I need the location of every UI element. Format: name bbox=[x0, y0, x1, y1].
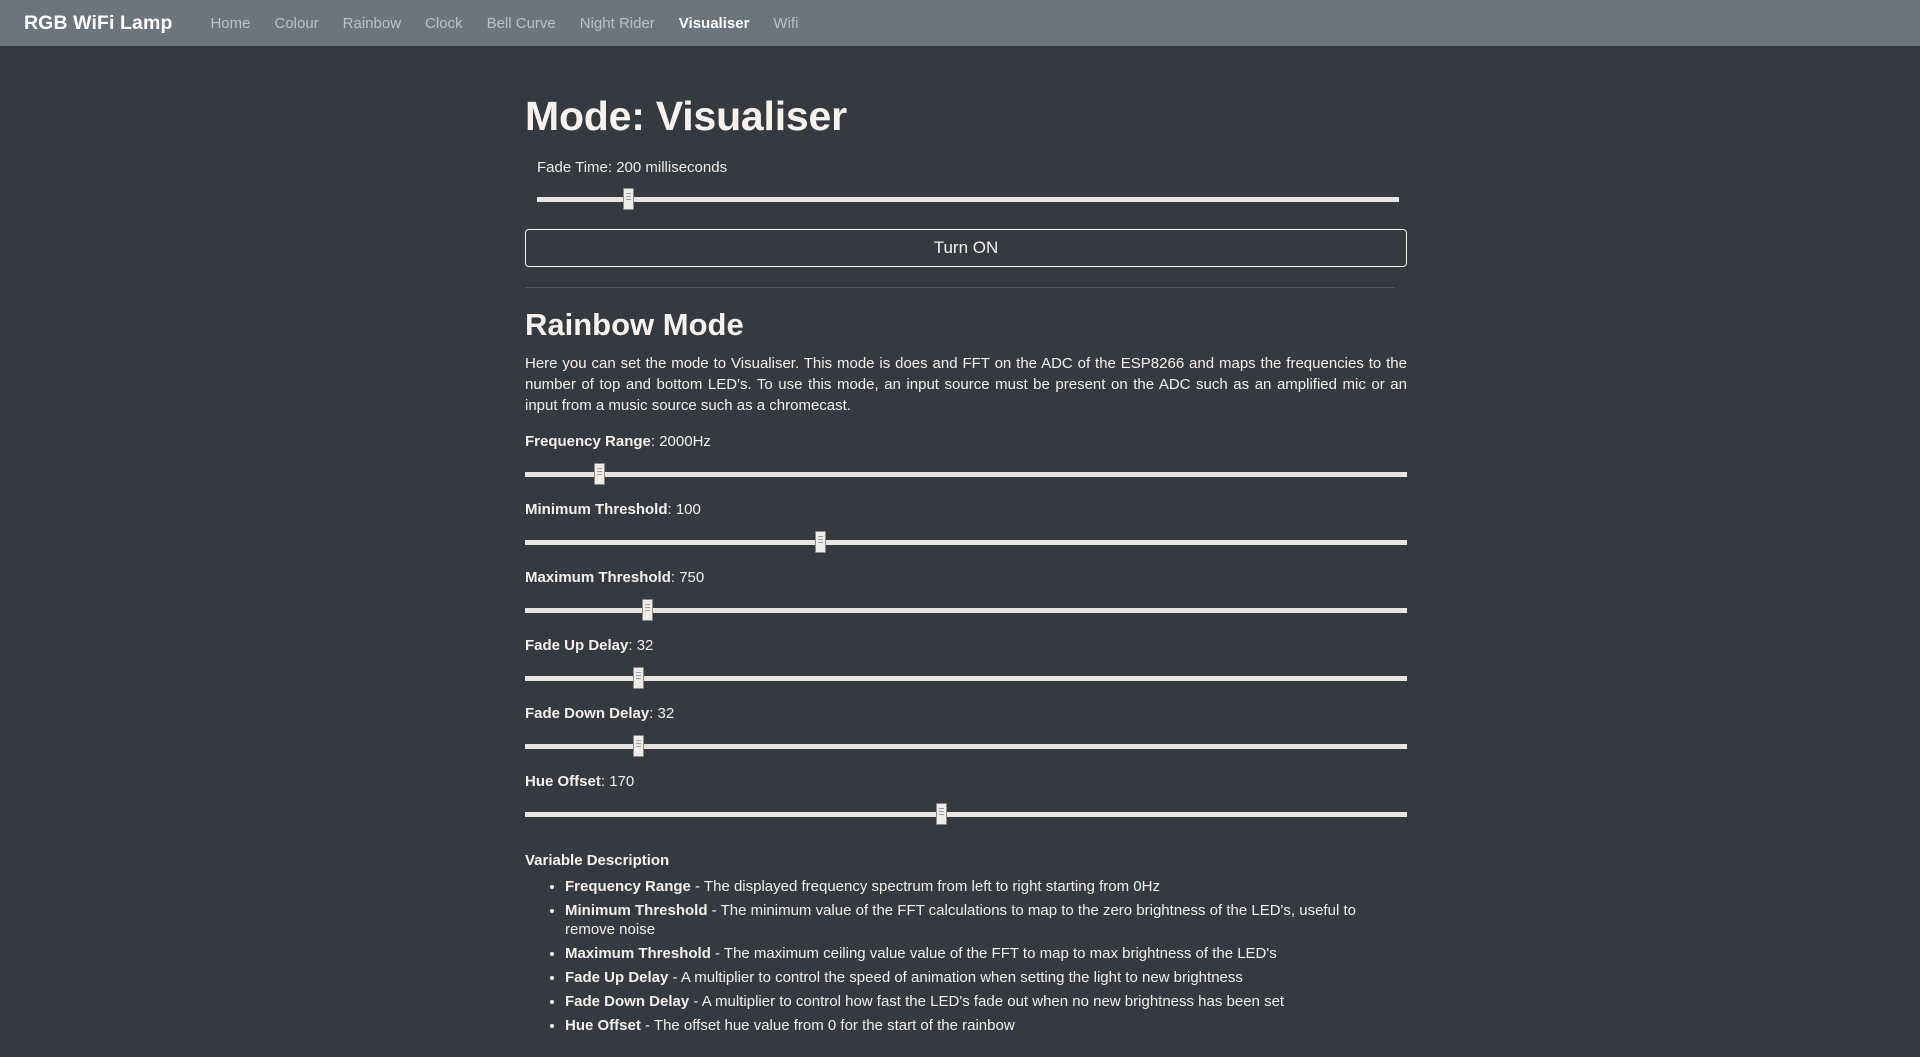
minimum-threshold-value: 100 bbox=[675, 500, 701, 518]
nav-item-clock[interactable]: Clock bbox=[413, 11, 475, 36]
variable-description-item: Frequency Range - The displayed frequenc… bbox=[565, 877, 1395, 897]
slider-block-frequency-range: Frequency Range: 2000Hz bbox=[525, 432, 1407, 485]
variable-description-title: Variable Description bbox=[525, 851, 670, 869]
frequency-range-slider-track[interactable] bbox=[525, 471, 1407, 477]
maximum-threshold-label-term: Maximum Threshold bbox=[525, 568, 671, 586]
maximum-threshold-label: Maximum Threshold: 750 bbox=[525, 568, 705, 586]
turn-on-button[interactable]: Turn ON bbox=[525, 229, 1407, 268]
maximum-threshold-value: 750 bbox=[679, 568, 705, 586]
frequency-range-label: Frequency Range: 2000Hz bbox=[525, 432, 711, 450]
maximum-threshold-slider[interactable] bbox=[525, 598, 1407, 621]
fade-up-delay-label: Fade Up Delay: 32 bbox=[525, 636, 654, 654]
hue-offset-value: 170 bbox=[609, 772, 635, 790]
nav-item-colour[interactable]: Colour bbox=[262, 11, 330, 36]
section-title: Rainbow Mode bbox=[525, 307, 744, 343]
fade-up-delay-label-term: Fade Up Delay bbox=[525, 636, 629, 654]
fade-up-delay-slider-thumb[interactable] bbox=[632, 666, 644, 689]
page-title: Mode: Visualiser bbox=[525, 93, 847, 139]
variable-description-text: - The offset hue value from 0 for the st… bbox=[640, 1017, 1015, 1035]
variable-description-text: - A multiplier to control the speed of a… bbox=[668, 969, 1243, 987]
hue-offset-label: Hue Offset: 170 bbox=[525, 772, 635, 790]
nav-item-night-rider[interactable]: Night Rider bbox=[568, 11, 667, 36]
page-body: Mode: Visualiser Fade Time: 200 millisec… bbox=[0, 46, 1920, 1036]
nav-list: Home Colour Rainbow Clock Bell Curve Night Ri… bbox=[198, 11, 810, 36]
fade-down-delay-slider[interactable] bbox=[525, 734, 1407, 757]
variable-description-text: - A multiplier to control how fast the L… bbox=[689, 993, 1285, 1011]
content-container: Mode: Visualiser Fade Time: 200 millisec… bbox=[510, 92, 1410, 1036]
slider-block-fade-down-delay: Fade Down Delay: 32 bbox=[525, 704, 1407, 757]
variable-description-item: Fade Down Delay - A multiplier to contro… bbox=[565, 992, 1395, 1012]
hue-offset-slider[interactable] bbox=[525, 802, 1407, 825]
fade-time-slider[interactable] bbox=[537, 188, 1399, 211]
frequency-range-slider[interactable] bbox=[525, 462, 1407, 485]
variable-description-item: Hue Offset - The offset hue value from 0… bbox=[565, 1016, 1395, 1036]
fade-down-delay-value: 32 bbox=[657, 704, 675, 722]
variable-description-term: Fade Down Delay bbox=[565, 993, 690, 1011]
fade-time-slider-track[interactable] bbox=[537, 197, 1399, 203]
fade-time-label: Fade Time: 200 milliseconds bbox=[537, 159, 728, 177]
hue-offset-slider-thumb[interactable] bbox=[936, 802, 948, 825]
hue-offset-label-term: Hue Offset bbox=[525, 772, 601, 790]
nav-item-rainbow[interactable]: Rainbow bbox=[331, 11, 413, 36]
fade-up-delay-slider[interactable] bbox=[525, 666, 1407, 689]
fade-down-delay-label-term: Fade Down Delay bbox=[525, 704, 650, 722]
minimum-threshold-slider-track[interactable] bbox=[525, 539, 1407, 545]
section-divider bbox=[525, 287, 1395, 289]
fade-up-delay-value: 32 bbox=[636, 636, 654, 654]
section-description: Here you can set the mode to Visualiser.… bbox=[525, 355, 1407, 414]
brand-title[interactable]: RGB WiFi Lamp bbox=[24, 12, 172, 35]
variable-description-item: Fade Up Delay - A multiplier to control … bbox=[565, 968, 1395, 988]
slider-list: Frequency Range: 2000Hz Minimum Threshold… bbox=[525, 432, 1407, 825]
nav-item-wifi[interactable]: Wifi bbox=[761, 11, 810, 36]
minimum-threshold-slider[interactable] bbox=[525, 530, 1407, 553]
maximum-threshold-slider-track[interactable] bbox=[525, 607, 1407, 613]
nav-item-bell-curve[interactable]: Bell Curve bbox=[475, 11, 568, 36]
fade-down-delay-label: Fade Down Delay: 32 bbox=[525, 704, 675, 722]
variable-description-list: Frequency Range - The displayed frequenc… bbox=[525, 877, 1395, 1036]
variable-description-text: - The displayed frequency spectrum from … bbox=[690, 877, 1160, 895]
fade-up-delay-slider-track[interactable] bbox=[525, 675, 1407, 681]
variable-description-item: Minimum Threshold - The minimum value of… bbox=[565, 901, 1395, 940]
maximum-threshold-slider-thumb[interactable] bbox=[641, 598, 653, 621]
frequency-range-slider-thumb[interactable] bbox=[594, 462, 606, 485]
minimum-threshold-slider-thumb[interactable] bbox=[815, 530, 827, 553]
fade-time-slider-thumb[interactable] bbox=[622, 188, 634, 211]
minimum-threshold-label-term: Minimum Threshold bbox=[525, 500, 668, 518]
fade-down-delay-slider-track[interactable] bbox=[525, 743, 1407, 749]
variable-description-item: Maximum Threshold - The maximum ceiling … bbox=[565, 944, 1395, 964]
hue-offset-slider-track[interactable] bbox=[525, 811, 1407, 817]
nav-item-visualiser[interactable]: Visualiser bbox=[667, 11, 762, 36]
slider-block-minimum-threshold: Minimum Threshold: 100 bbox=[525, 500, 1407, 553]
variable-description-term: Fade Up Delay bbox=[565, 969, 669, 987]
frequency-range-value: 2000Hz bbox=[659, 432, 711, 450]
variable-description-text: - The maximum ceiling value value of the… bbox=[710, 945, 1277, 963]
fade-down-delay-slider-thumb[interactable] bbox=[632, 734, 644, 757]
nav-item-home[interactable]: Home bbox=[198, 11, 262, 36]
variable-description-term: Hue Offset bbox=[565, 1017, 641, 1035]
variable-description-term: Minimum Threshold bbox=[565, 901, 708, 919]
frequency-range-label-term: Frequency Range bbox=[525, 432, 651, 450]
slider-block-hue-offset: Hue Offset: 170 bbox=[525, 772, 1407, 825]
main-navbar: RGB WiFi Lamp Home Colour Rainbow Clock Bell… bbox=[0, 0, 1920, 46]
minimum-threshold-label: Minimum Threshold: 100 bbox=[525, 500, 701, 518]
variable-description-term: Frequency Range bbox=[565, 877, 691, 895]
slider-block-maximum-threshold: Maximum Threshold: 750 bbox=[525, 568, 1407, 621]
slider-block-fade-up-delay: Fade Up Delay: 32 bbox=[525, 636, 1407, 689]
variable-description-term: Maximum Threshold bbox=[565, 945, 711, 963]
